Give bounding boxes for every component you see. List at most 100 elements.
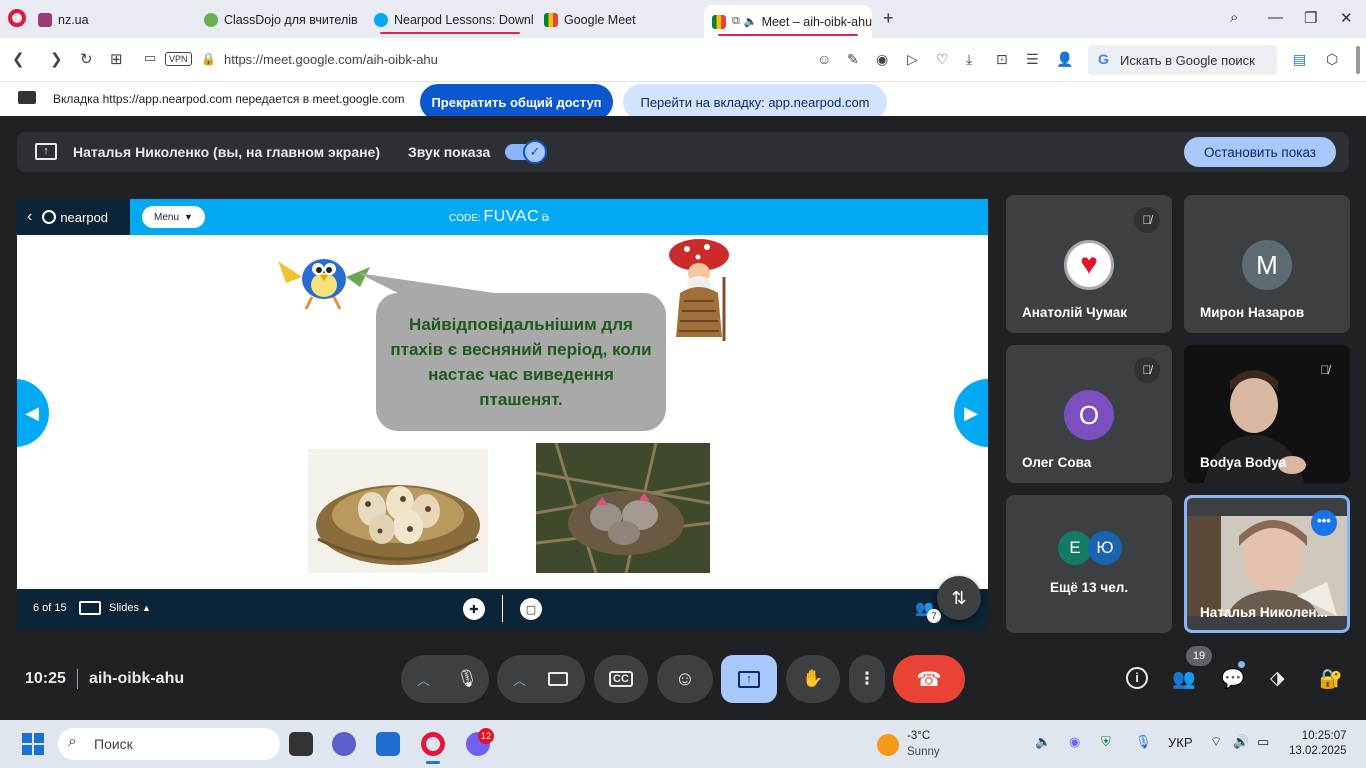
taskbar-clock[interactable]: 10:25:07 13.02.2025: [1289, 729, 1347, 759]
tab-google-meet[interactable]: Google Meet: [536, 5, 696, 35]
download-icon[interactable]: ⤓: [966, 51, 972, 68]
back-button[interactable]: ❮: [12, 50, 25, 68]
edit-icon[interactable]: ✎: [847, 51, 859, 68]
browser-tab-bar: nz.ua ClassDojo для вчителів Nearpod Les…: [0, 0, 1366, 38]
participant-tile[interactable]: 🎙̸ ♥ Анатолій Чумак: [1006, 195, 1172, 333]
clock-time: 10:25:07: [1301, 730, 1347, 742]
presentation-bar: ↑ Наталья Николенко (вы, на главном экра…: [17, 132, 1349, 172]
minimize-button[interactable]: —: [1268, 9, 1283, 26]
prev-slide-button[interactable]: ◀: [17, 379, 49, 447]
url-field[interactable]: https://meet.google.com/aih-oibk-ahu: [224, 52, 438, 67]
more-participants-tile[interactable]: Е Ю Ещё 13 чел.: [1006, 495, 1172, 633]
heart-icon[interactable]: ♡: [936, 51, 949, 68]
send-icon[interactable]: ▷: [907, 51, 918, 68]
search-tabs-icon[interactable]: ⌕: [1230, 9, 1238, 26]
swap-layout-button[interactable]: ⇅: [937, 576, 981, 620]
back-chevron-icon[interactable]: ‹: [27, 208, 32, 226]
mic-icon[interactable]: 🎙: [450, 662, 485, 696]
task-view-icon[interactable]: [289, 732, 313, 756]
extensions-icon[interactable]: ⬡: [1326, 51, 1338, 68]
speaker-muted-icon[interactable]: 🔈: [1035, 734, 1051, 750]
opera-taskbar-icon[interactable]: [421, 732, 445, 756]
chat-icon[interactable]: 💬: [1221, 667, 1245, 691]
sharing-indicator: [380, 32, 520, 34]
nearpod-menu-button[interactable]: Menu ▼: [142, 206, 205, 228]
profile-icon[interactable]: 👤: [1056, 51, 1073, 68]
code-prefix: CODE:: [449, 213, 481, 224]
viber-tray-icon[interactable]: ◉: [1069, 734, 1080, 750]
recording-indicator: [718, 34, 858, 36]
gnome-illustration: [669, 239, 729, 341]
hand-icon: ✋: [802, 669, 824, 688]
restore-button[interactable]: ❐: [1304, 9, 1317, 27]
add-activity-icon[interactable]: ✚: [463, 598, 485, 620]
participant-name: Наталья Николен...: [1200, 605, 1328, 620]
slides-label: Slides: [109, 602, 139, 614]
avatar-initial: M: [1256, 249, 1278, 280]
annotate-icon[interactable]: ▢: [520, 598, 542, 620]
more-options-button[interactable]: ⋮: [849, 655, 885, 703]
next-slide-button[interactable]: ▶: [954, 379, 988, 447]
more-options-icon[interactable]: •••: [1311, 510, 1337, 536]
mic-options-button[interactable]: ︿ 🎙: [401, 655, 489, 703]
sidebar-icon[interactable]: ▤: [1293, 51, 1306, 68]
sound-toggle[interactable]: ✓: [505, 140, 547, 164]
slides-grid-icon[interactable]: [79, 601, 101, 615]
go-to-tab-button[interactable]: Перейти на вкладку: app.nearpod.com: [623, 84, 887, 120]
meeting-info-icon[interactable]: i: [1126, 667, 1148, 689]
people-icon[interactable]: 👥: [1172, 667, 1196, 691]
tab-share-icon: [18, 91, 36, 104]
emoji-reactions-button[interactable]: ☺: [657, 655, 713, 703]
defender-icon[interactable]: ⛨: [1101, 734, 1111, 750]
slides-toggle[interactable]: Slides ▲: [109, 602, 151, 614]
google-search-box[interactable]: G Искать в Google поиск: [1088, 45, 1277, 75]
raise-hand-button[interactable]: ✋: [786, 655, 840, 703]
volume-icon[interactable]: 🔊: [1233, 734, 1249, 750]
mic-tray-icon[interactable]: 🎙: [1135, 734, 1152, 750]
speaker-icon: 🔈: [743, 16, 758, 28]
leave-call-button[interactable]: ☎: [893, 655, 965, 703]
wifi-icon[interactable]: ⌔: [1210, 734, 1222, 750]
external-link-icon[interactable]: ⧉: [542, 213, 549, 224]
new-tab-button[interactable]: +: [883, 8, 894, 29]
participant-tile-video[interactable]: 🎙̸ Bodya Bodya: [1184, 345, 1350, 483]
emoji-icon[interactable]: ☺: [817, 51, 831, 67]
participant-tile[interactable]: 🎙̸ O Олег Сова: [1006, 345, 1172, 483]
taskbar-search[interactable]: ⌕ Поиск: [58, 728, 280, 760]
zoom-app-icon[interactable]: [332, 732, 356, 756]
present-now-button[interactable]: ↑: [721, 655, 777, 703]
easy-setup-icon[interactable]: ☰: [1026, 51, 1039, 68]
tab-nzua[interactable]: nz.ua: [30, 5, 190, 35]
tab-nearpod[interactable]: Nearpod Lessons: Downlo: [366, 5, 534, 35]
reload-button[interactable]: ↻: [80, 50, 93, 68]
camera-options-button[interactable]: ︿: [497, 655, 585, 703]
player-icon[interactable]: ⊡: [996, 51, 1008, 68]
vpn-badge[interactable]: VPN: [165, 52, 192, 66]
divider: [77, 669, 78, 689]
store-icon[interactable]: [376, 732, 400, 756]
meeting-code: aih-oibk-ahu: [89, 670, 185, 687]
activities-icon[interactable]: ⬗: [1270, 667, 1285, 690]
language-indicator[interactable]: УКР: [1168, 735, 1193, 750]
host-controls-icon[interactable]: 🔐: [1319, 667, 1343, 691]
close-window-button[interactable]: ✕: [1340, 9, 1353, 27]
camera-icon[interactable]: ▭: [144, 50, 156, 66]
forward-button[interactable]: ❯: [50, 50, 63, 68]
participant-tile[interactable]: M Мирон Назаров: [1184, 195, 1350, 333]
nzua-icon: [38, 13, 52, 27]
avatar: O: [1064, 390, 1114, 440]
opera-logo-icon[interactable]: [8, 9, 26, 27]
self-tile[interactable]: ••• Наталья Николен...: [1184, 495, 1350, 633]
stop-sharing-button[interactable]: Прекратить общий доступ: [420, 84, 613, 120]
captions-button[interactable]: CC: [594, 655, 648, 703]
tab-meet-active[interactable]: ⧉ 🔈 Meet – aih-oibk-ahu: [704, 5, 872, 38]
windows-start-icon[interactable]: [22, 733, 44, 755]
stop-presenting-button[interactable]: Остановить показ: [1184, 137, 1336, 167]
snapshot-icon[interactable]: ◉: [876, 51, 888, 68]
speed-dial-icon[interactable]: ⊞: [110, 50, 123, 68]
tab-classdojo[interactable]: ClassDojo для вчителів: [196, 5, 362, 35]
lock-icon[interactable]: 🔒: [201, 52, 216, 66]
scrollbar[interactable]: [1356, 46, 1360, 74]
battery-icon[interactable]: ▭: [1257, 734, 1269, 750]
camera-icon[interactable]: [548, 672, 569, 686]
